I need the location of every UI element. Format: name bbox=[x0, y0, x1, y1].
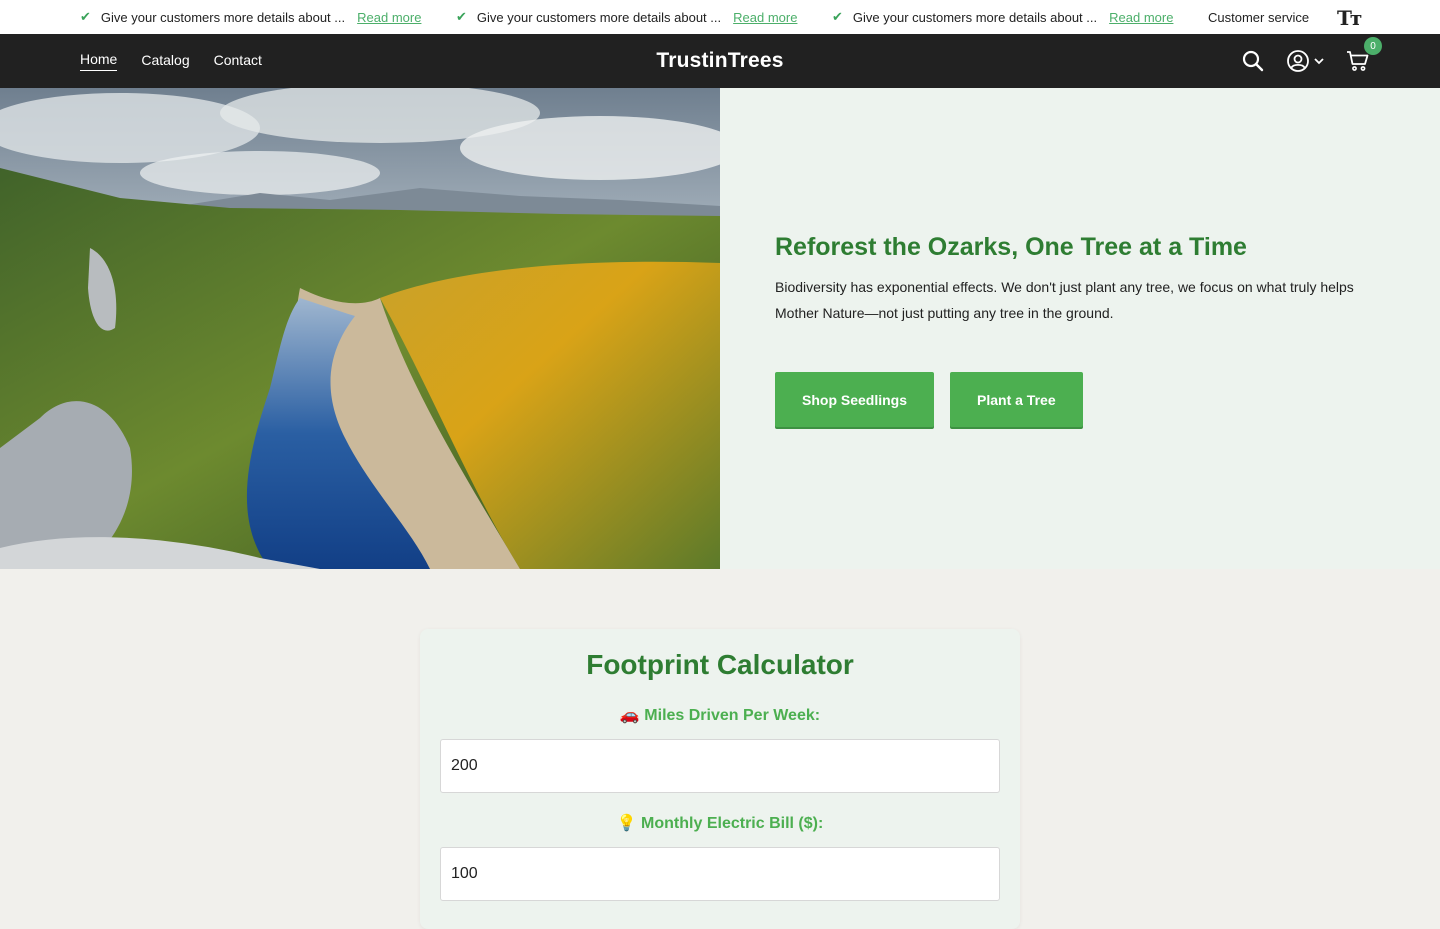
calculator-title: Footprint Calculator bbox=[586, 649, 854, 680]
hero-title: Reforest the Ozarks, One Tree at a Time bbox=[775, 233, 1247, 261]
header-actions: 0 bbox=[1242, 34, 1382, 88]
check-icon: ✔ bbox=[80, 9, 91, 24]
miles-driven-input[interactable] bbox=[440, 739, 1000, 793]
announcement-item: ✔ Give your customers more details about… bbox=[832, 0, 1173, 34]
announcement-text: Give your customers more details about .… bbox=[476, 9, 722, 25]
cart-icon[interactable]: 0 bbox=[1346, 37, 1382, 73]
hero-content: Reforest the Ozarks, One Tree at a Time … bbox=[775, 233, 1375, 427]
shop-seedlings-button[interactable]: Shop Seedlings bbox=[775, 372, 935, 427]
hero-landscape-image bbox=[0, 88, 720, 569]
announcement-text: Give your customers more details about .… bbox=[852, 9, 1098, 25]
nav-home[interactable]: Home bbox=[80, 51, 118, 71]
site-header: Home Catalog Contact TrustinTrees 0 bbox=[0, 34, 1440, 88]
footprint-calculator: Footprint Calculator 🚗 Miles Driven Per … bbox=[420, 629, 1020, 929]
cart-count-badge: 0 bbox=[1364, 37, 1382, 55]
read-more-link[interactable]: Read more bbox=[733, 10, 797, 25]
nav-contact[interactable]: Contact bbox=[214, 52, 262, 71]
search-icon[interactable] bbox=[1242, 50, 1264, 72]
text-size-icon[interactable]: Tт bbox=[1337, 6, 1362, 30]
electric-bill-label: 💡 Monthly Electric Bill ($): bbox=[616, 815, 824, 832]
check-icon: ✔ bbox=[456, 9, 467, 24]
announcement-bar: ✔ Give your customers more details about… bbox=[0, 0, 1440, 34]
read-more-link[interactable]: Read more bbox=[357, 10, 421, 25]
hero-buttons: Shop Seedlings Plant a Tree bbox=[775, 372, 1375, 427]
announcement-item: ✔ Give your customers more details about… bbox=[80, 0, 421, 34]
main-nav: Home Catalog Contact bbox=[80, 34, 262, 88]
chevron-down-icon bbox=[1314, 58, 1324, 65]
hero-section: Reforest the Ozarks, One Tree at a Time … bbox=[0, 88, 1440, 569]
miles-driven-label: 🚗 Miles Driven Per Week: bbox=[619, 707, 821, 724]
hero-subtitle: Biodiversity has exponential effects. We… bbox=[775, 279, 1354, 321]
announcement-item: ✔ Give your customers more details about… bbox=[456, 0, 797, 34]
account-icon[interactable] bbox=[1286, 49, 1324, 73]
customer-service-link[interactable]: Customer service bbox=[1208, 0, 1309, 34]
check-icon: ✔ bbox=[832, 9, 843, 24]
read-more-link[interactable]: Read more bbox=[1109, 10, 1173, 25]
electric-bill-input[interactable] bbox=[440, 847, 1000, 901]
announcement-text: Give your customers more details about .… bbox=[100, 9, 346, 25]
plant-a-tree-button[interactable]: Plant a Tree bbox=[950, 372, 1083, 427]
nav-catalog[interactable]: Catalog bbox=[141, 52, 189, 71]
